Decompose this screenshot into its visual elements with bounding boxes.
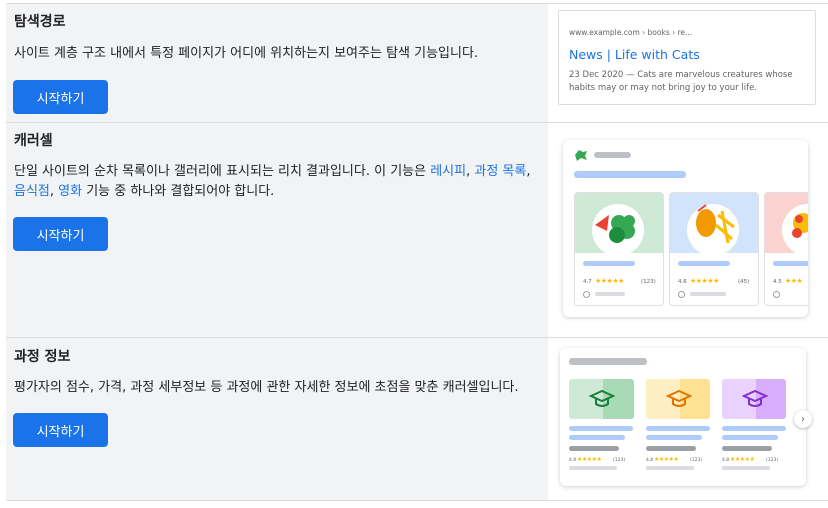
get-started-button[interactable]: 시작하기 <box>13 413 108 447</box>
food-plate-icon <box>687 204 739 255</box>
preview-title: News | Life with Cats <box>569 47 700 62</box>
rating-stars: ★★★★★ <box>654 456 679 463</box>
link-course-list[interactable]: 과정 목록 <box>474 164 526 179</box>
preview-snippet: 23 Dec 2020 — Cats are marvelous creatur… <box>569 70 793 93</box>
carousel-item: 4.6 ★★★★★ (45) <box>669 192 759 306</box>
rating-stars: ★★★★★ <box>730 456 755 463</box>
link-movie[interactable]: 영화 <box>58 184 82 199</box>
divider <box>6 500 828 501</box>
rating-stars: ★★★★★ <box>577 456 602 463</box>
preview-url: www.example.com › books › re... <box>569 28 693 37</box>
rating-stars: ★★★★★ <box>595 277 624 285</box>
rating-stars: ★★★★★ <box>690 277 719 285</box>
clock-icon <box>583 291 590 298</box>
graduation-cap-icon <box>589 389 615 407</box>
course-thumbnail <box>569 379 634 419</box>
clock-icon <box>773 291 780 298</box>
section-description: 평가자의 점수, 가격, 과정 세부정보 등 과정에 관한 자세한 정보에 초점… <box>14 380 519 395</box>
section-description: 단일 사이트의 순차 목록이나 갤러리에 표시되는 리치 결과입니다. 이 기능… <box>14 164 531 199</box>
course-thumbnail <box>646 379 710 419</box>
link-restaurant[interactable]: 음식점 <box>14 184 50 199</box>
rating-stars: ★★★ <box>785 277 803 285</box>
course-thumbnail <box>722 379 786 419</box>
carousel-item: 4.7 ★★★★★ (123) <box>574 192 664 306</box>
breadcrumb-preview-card: www.example.com › books › re... News | L… <box>558 10 816 105</box>
section-description: 사이트 계층 구조 내에서 특정 페이지가 어디에 위치하는지 보여주는 탐색 … <box>14 46 479 61</box>
section-title: 캐러셀 <box>14 133 53 149</box>
link-recipe[interactable]: 레시피 <box>430 164 466 179</box>
site-favicon-icon <box>575 150 587 161</box>
food-plate-icon <box>782 204 808 255</box>
get-started-button[interactable]: 시작하기 <box>13 80 108 114</box>
graduation-cap-icon <box>742 389 768 407</box>
carousel-preview-card: 4.7 ★★★★★ (123) 4.6 ★★★★★ (45) 4.5 ★★★ <box>563 140 808 317</box>
food-plate-icon <box>592 204 644 255</box>
course-preview-card: 4.8 ★★★★★ (123) 4.8 ★★★★★ (123) 4.8 ★★★★… <box>560 348 806 486</box>
carousel-item: 4.5 ★★★ <box>764 192 808 306</box>
get-started-button[interactable]: 시작하기 <box>13 217 108 251</box>
graduation-cap-icon <box>666 389 692 407</box>
section-title: 탐색경로 <box>14 14 66 30</box>
clock-icon <box>678 291 685 298</box>
chevron-right-icon[interactable]: › <box>794 410 812 428</box>
section-title: 과정 정보 <box>14 349 71 365</box>
